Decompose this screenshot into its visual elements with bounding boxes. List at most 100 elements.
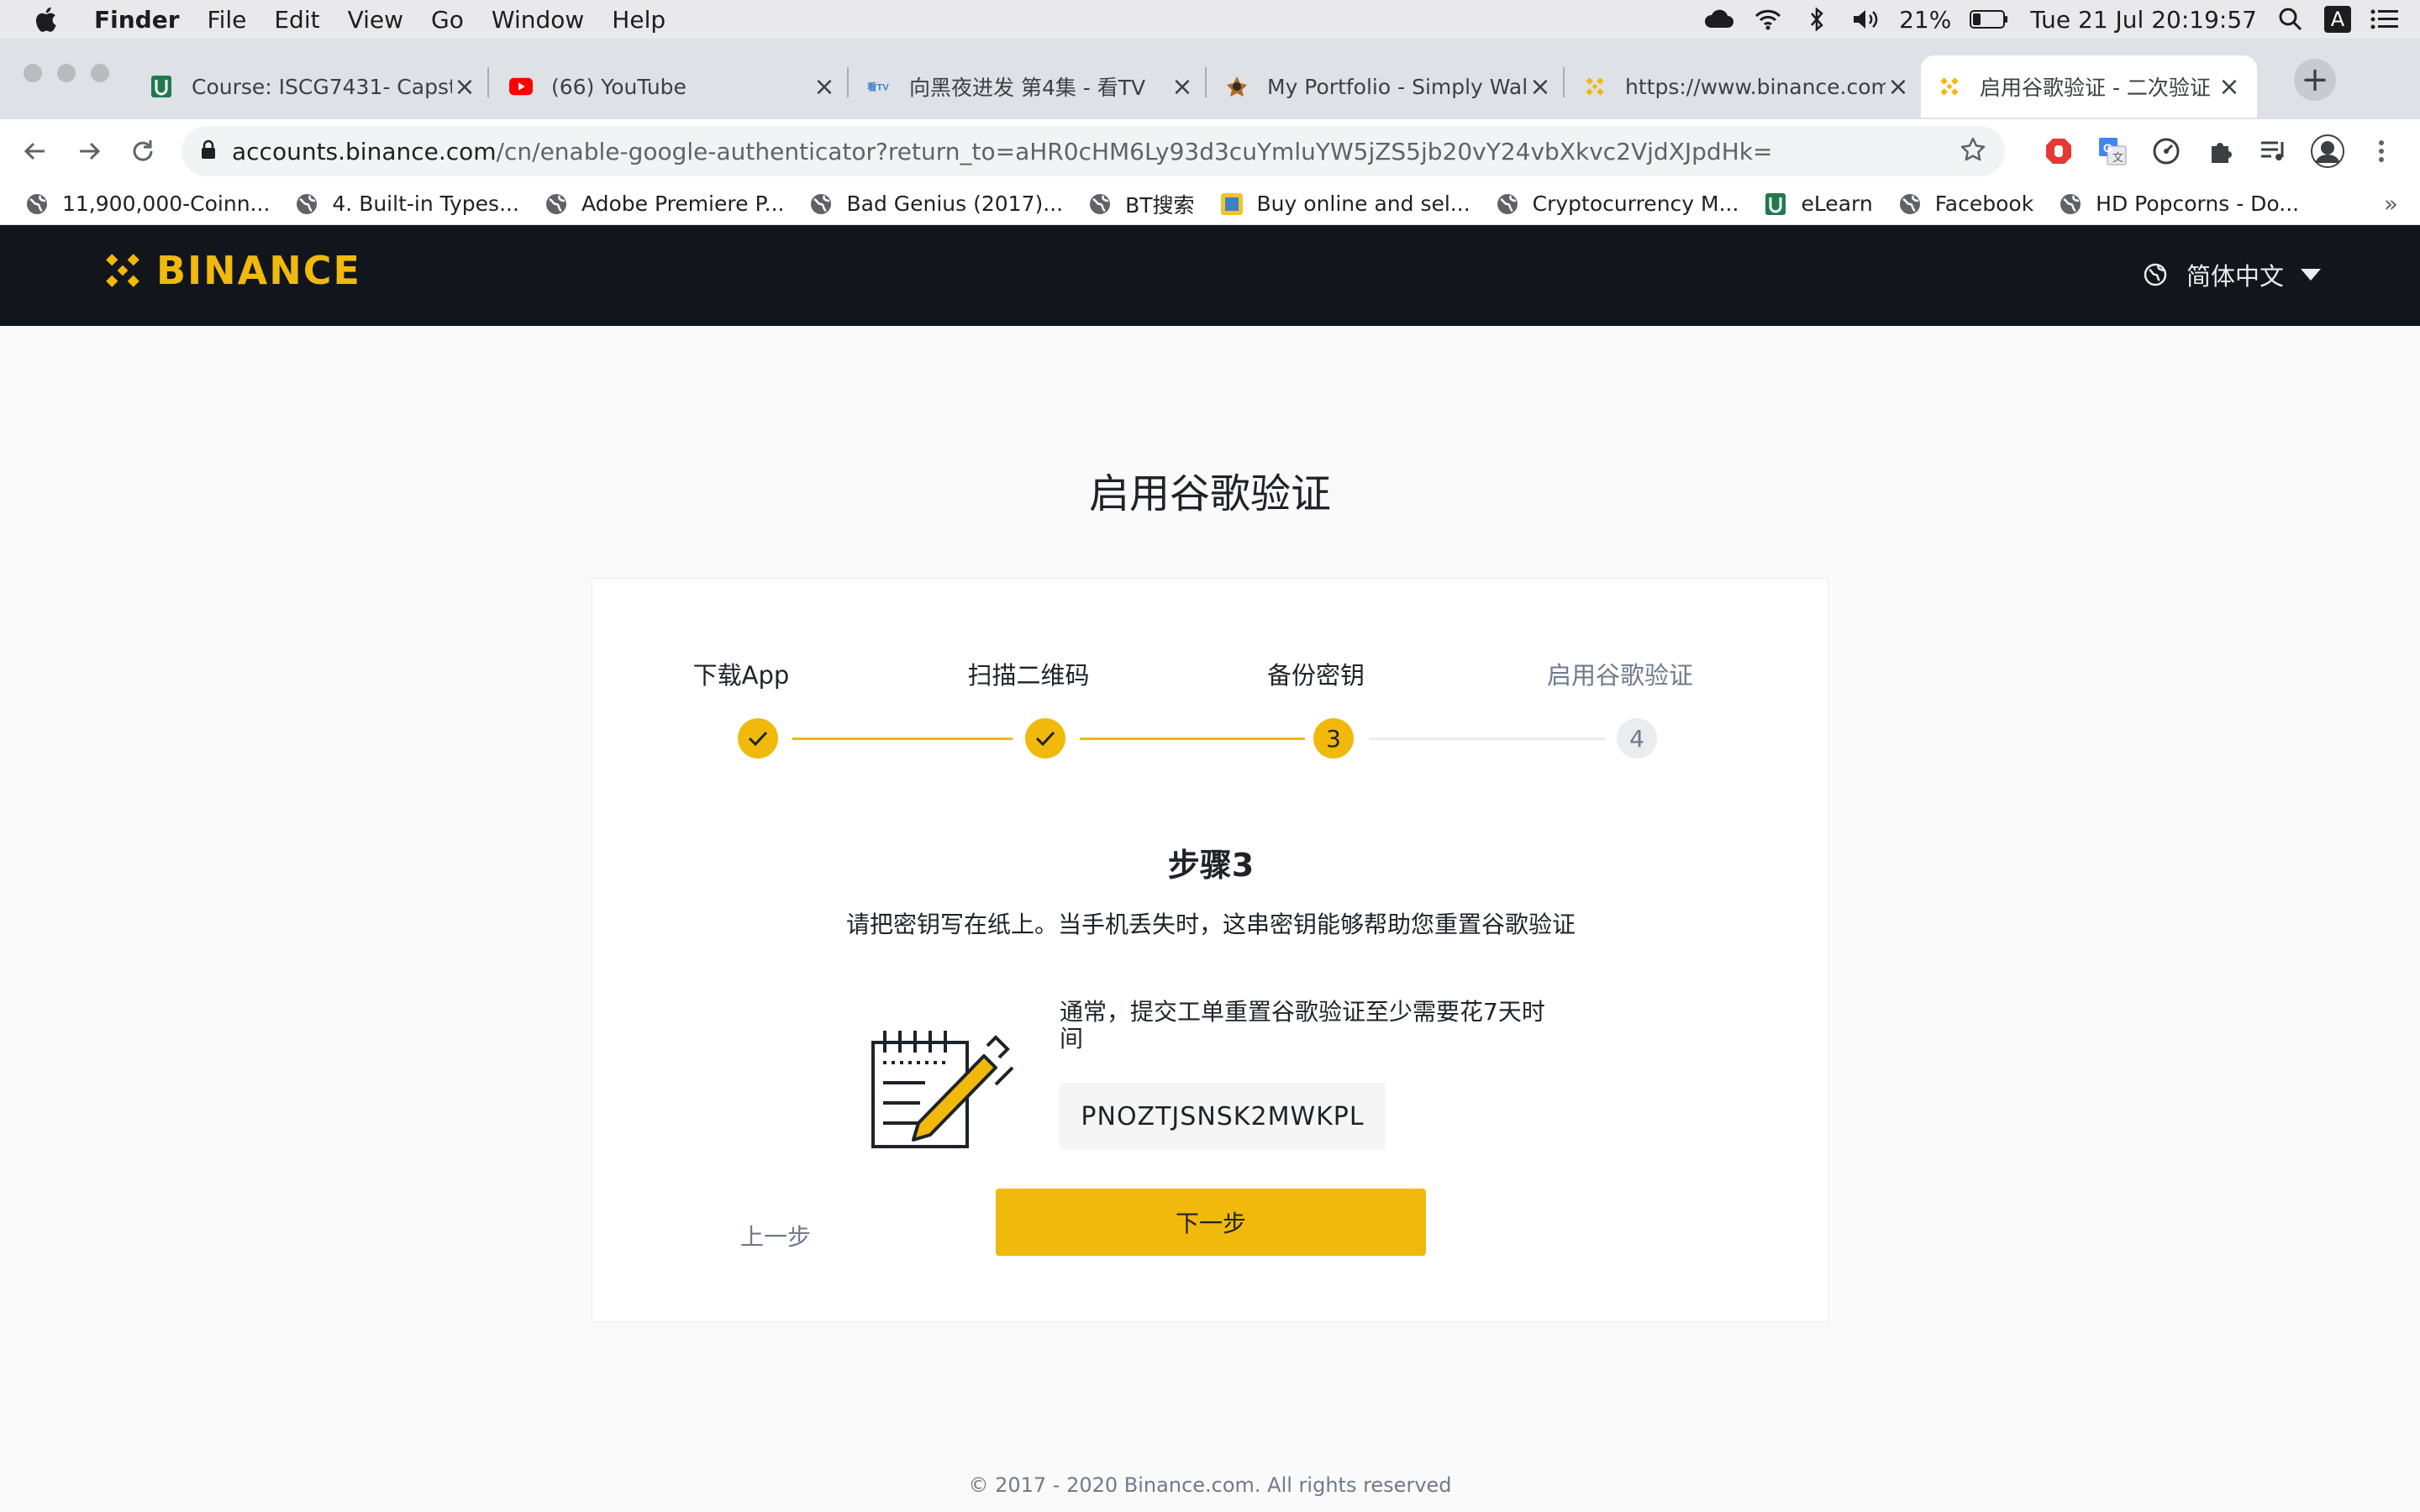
tab-simply-wall-st[interactable]: My Portfolio - Simply Wall St × bbox=[1225, 55, 1553, 118]
spotlight-search-icon[interactable] bbox=[2275, 7, 2306, 32]
language-label: 简体中文 bbox=[2186, 262, 2284, 291]
close-tab-icon[interactable]: × bbox=[2217, 72, 2242, 102]
bookmark-elearn[interactable]: eLearn bbox=[1764, 192, 1873, 216]
bookmark-bt-search[interactable]: BT搜索 bbox=[1088, 189, 1195, 219]
lock-icon[interactable] bbox=[200, 138, 217, 165]
bookmark-star-icon[interactable] bbox=[1960, 136, 1986, 169]
step-title: 步骤3 bbox=[1167, 847, 1255, 884]
step-4-indicator: 4 bbox=[1617, 718, 1657, 759]
simplywallst-icon bbox=[1225, 75, 1249, 98]
more-bookmarks-button[interactable]: » bbox=[2384, 190, 2398, 218]
globe-icon bbox=[809, 192, 833, 216]
step-description: 请把密钥写在纸上。当手机丢失时，这串密钥能够帮助您重置谷歌验证 bbox=[845, 911, 1576, 938]
input-source-icon[interactable]: A bbox=[2324, 6, 2351, 33]
step-connector-pending bbox=[1369, 738, 1606, 740]
binance-logo-icon bbox=[106, 254, 139, 287]
browser-menu-icon[interactable] bbox=[2365, 134, 2398, 168]
new-tab-button[interactable]: + bbox=[2294, 59, 2336, 101]
extensions-puzzle-icon[interactable] bbox=[2203, 134, 2237, 168]
setup-card: 下载App 扫描二维码 备份密钥 启用谷歌验证 3 4 步骤3 请把密钥写在纸上… bbox=[592, 578, 1828, 1322]
youtube-icon bbox=[509, 75, 533, 98]
minimize-window-button[interactable] bbox=[57, 64, 76, 82]
browser-toolbar: accounts.binance.com/cn/enable-google-au… bbox=[0, 119, 2420, 183]
tab-title: (66) YouTube bbox=[551, 74, 687, 99]
secret-key-display[interactable]: PNOZTJSNSK2MWKPL bbox=[1060, 1083, 1386, 1150]
google-translate-extension-icon[interactable]: G文 bbox=[2096, 134, 2129, 168]
bookmark-buy-online[interactable]: Buy online and sel... bbox=[1220, 192, 1470, 216]
browser-tab-strip: Course: ISCG7431- Capstone × (66) YouTub… bbox=[0, 39, 2420, 119]
bookmark-bad-genius[interactable]: Bad Genius (2017)... bbox=[809, 192, 1063, 216]
reading-list-icon[interactable] bbox=[2257, 134, 2291, 168]
control-center-icon[interactable] bbox=[2370, 7, 2400, 32]
tab-ktv[interactable]: 看TV 向黑夜进发 第4集 - 看TV × bbox=[867, 55, 1195, 118]
bluetooth-icon[interactable] bbox=[1802, 7, 1832, 32]
step-label-scan-qr: 扫描二维码 bbox=[967, 661, 1090, 690]
close-window-button[interactable] bbox=[24, 64, 42, 82]
apple-icon[interactable] bbox=[32, 4, 62, 34]
close-tab-icon[interactable]: × bbox=[452, 72, 477, 102]
step-2-check-icon bbox=[1025, 718, 1065, 759]
clock[interactable]: Tue 21 Jul 20:19:57 bbox=[2030, 6, 2257, 34]
close-tab-icon[interactable]: × bbox=[1528, 72, 1553, 102]
menu-window[interactable]: Window bbox=[492, 6, 584, 34]
globe-icon bbox=[1898, 192, 1922, 216]
bookmark-coinn[interactable]: 11,900,000-Coinn... bbox=[25, 192, 270, 216]
svg-text:文: 文 bbox=[2112, 152, 2123, 165]
bookmark-hd-popcorns[interactable]: HD Popcorns - Do... bbox=[2059, 192, 2299, 216]
wifi-icon[interactable] bbox=[1753, 7, 1783, 32]
address-bar[interactable]: accounts.binance.com/cn/enable-google-au… bbox=[182, 126, 2005, 176]
bookmark-label: Cryptocurrency M... bbox=[1532, 192, 1739, 216]
menu-edit[interactable]: Edit bbox=[274, 6, 319, 34]
unitec-icon bbox=[150, 75, 173, 98]
step-1-check-icon bbox=[738, 718, 778, 759]
next-step-button[interactable]: 下一步 bbox=[996, 1189, 1426, 1256]
previous-step-button[interactable]: 上一步 bbox=[740, 1219, 811, 1252]
globe-icon bbox=[1088, 192, 1112, 216]
bookmark-label: Adobe Premiere P... bbox=[581, 192, 785, 216]
step-connector-done bbox=[792, 738, 1013, 740]
tab-course[interactable]: Course: ISCG7431- Capstone × bbox=[150, 55, 477, 118]
volume-icon[interactable] bbox=[1850, 7, 1881, 32]
menu-file[interactable]: File bbox=[208, 6, 247, 34]
bookmark-facebook[interactable]: Facebook bbox=[1898, 192, 2033, 216]
globe-icon bbox=[2059, 192, 2082, 216]
step-label-backup-key: 备份密钥 bbox=[1266, 661, 1365, 690]
speed-dial-extension-icon[interactable] bbox=[2149, 134, 2183, 168]
bookmark-label: BT搜索 bbox=[1125, 192, 1195, 218]
binance-logo[interactable]: BINANCE bbox=[99, 247, 361, 294]
forward-icon[interactable] bbox=[71, 133, 108, 170]
reload-icon[interactable] bbox=[124, 133, 161, 170]
svg-text:看TV: 看TV bbox=[867, 81, 889, 92]
globe-icon bbox=[1496, 192, 1519, 216]
menu-view[interactable]: View bbox=[348, 6, 403, 34]
zoom-window-button[interactable] bbox=[91, 64, 109, 82]
tab-divider bbox=[1563, 67, 1565, 97]
menu-help[interactable]: Help bbox=[612, 6, 666, 34]
tab-binance-2fa[interactable]: 启用谷歌验证 - 二次验证 - Binance × bbox=[1921, 55, 2257, 118]
svg-text:G: G bbox=[2103, 141, 2112, 155]
bookmark-label: 11,900,000-Coinn... bbox=[62, 192, 271, 216]
tab-title: Course: ISCG7431- Capstone bbox=[192, 74, 452, 99]
tab-divider bbox=[1205, 67, 1207, 97]
adblock-extension-icon[interactable] bbox=[2042, 134, 2075, 168]
menu-go[interactable]: Go bbox=[431, 6, 464, 34]
tab-binance-home[interactable]: https://www.binance.com/ × bbox=[1583, 55, 1911, 118]
tab-title: My Portfolio - Simply Wall St bbox=[1267, 74, 1528, 99]
close-tab-icon[interactable]: × bbox=[1170, 72, 1195, 102]
tab-divider bbox=[487, 67, 489, 97]
caret-down-icon bbox=[2301, 269, 2321, 281]
bookmark-adobe-premiere[interactable]: Adobe Premiere P... bbox=[544, 192, 785, 216]
step-connector-done bbox=[1080, 738, 1305, 740]
cloud-icon[interactable] bbox=[1704, 7, 1734, 32]
battery-percent: 21% bbox=[1899, 5, 1952, 34]
profile-avatar[interactable] bbox=[2311, 134, 2344, 168]
tab-youtube[interactable]: (66) YouTube × bbox=[509, 55, 837, 118]
bookmark-cryptocurrency[interactable]: Cryptocurrency M... bbox=[1496, 192, 1739, 216]
close-tab-icon[interactable]: × bbox=[812, 72, 837, 102]
menu-finder[interactable]: Finder bbox=[94, 6, 180, 34]
language-selector[interactable]: 简体中文 bbox=[2143, 257, 2321, 292]
back-icon[interactable] bbox=[17, 133, 54, 170]
battery-icon[interactable] bbox=[1970, 7, 2008, 32]
bookmark-builtin-types[interactable]: 4. Built-in Types... bbox=[295, 192, 519, 216]
close-tab-icon[interactable]: × bbox=[1886, 72, 1911, 102]
